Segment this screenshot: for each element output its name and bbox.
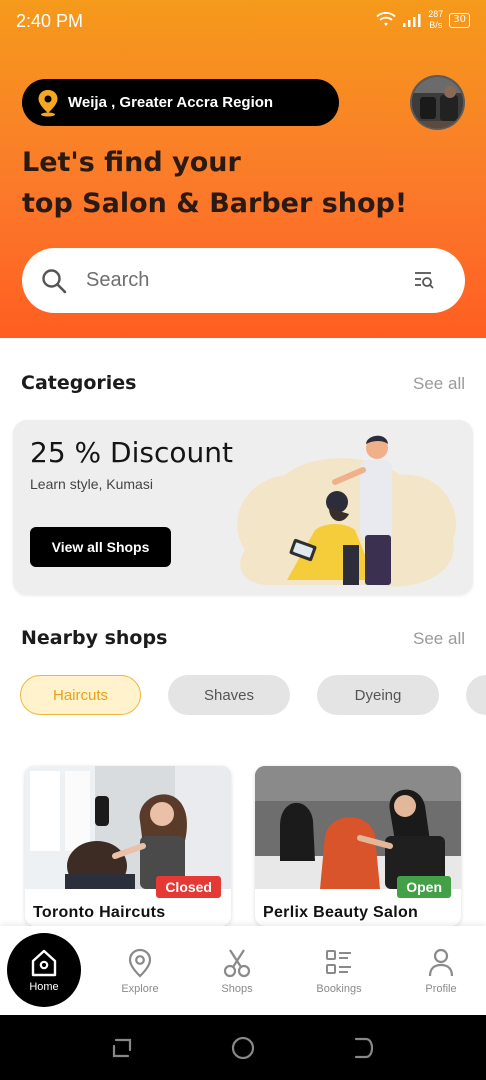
speed-value: 287 <box>428 9 444 19</box>
nav-bookings[interactable]: Bookings <box>294 926 384 1015</box>
status-icons: 287 B/s 30 <box>376 9 470 31</box>
shop-card-toronto[interactable]: Closed Toronto Haircuts <box>25 766 231 926</box>
search-bar[interactable] <box>22 248 465 313</box>
search-input[interactable] <box>86 269 376 292</box>
nav-label: Bookings <box>316 983 362 995</box>
nearby-shops-title: Nearby shops <box>21 627 168 649</box>
home-icon <box>31 949 57 977</box>
nav-shops[interactable]: Shops <box>192 926 282 1015</box>
location-pin-icon <box>128 948 152 978</box>
categories-see-all-link[interactable]: See all <box>413 374 465 394</box>
location-pin-icon <box>38 89 58 116</box>
nav-home[interactable]: Home <box>7 933 81 1007</box>
nav-label: Profile <box>425 983 457 995</box>
categories-title: Categories <box>21 372 137 394</box>
wifi-icon <box>376 12 396 26</box>
search-icon <box>42 268 67 293</box>
promo-subtitle: Learn style, Kumasi <box>30 476 153 492</box>
filter-search-icon[interactable] <box>413 269 435 291</box>
category-chips: Haircuts Shaves Dyeing <box>20 675 486 715</box>
scissors-icon <box>223 949 251 978</box>
back-icon[interactable] <box>350 1034 378 1062</box>
status-time: 2:40 PM <box>16 11 84 31</box>
battery-indicator: 30 <box>449 12 470 28</box>
nearby-see-all-link[interactable]: See all <box>413 629 465 649</box>
chip-partial[interactable] <box>466 675 486 715</box>
shop-status-badge: Open <box>397 876 451 898</box>
chip-haircuts[interactable]: Haircuts <box>20 675 141 715</box>
home-button-icon[interactable] <box>229 1034 257 1062</box>
nav-label: Home <box>29 981 59 993</box>
signal-icon <box>403 14 421 27</box>
chip-shaves[interactable]: Shaves <box>168 675 290 715</box>
chip-dyeing[interactable]: Dyeing <box>317 675 439 715</box>
shop-photo <box>255 766 461 889</box>
shop-photo <box>25 766 231 889</box>
nav-label: Explore <box>121 983 159 995</box>
headline-line-1: Let's find your <box>22 147 241 178</box>
recents-icon[interactable] <box>108 1034 136 1062</box>
nav-label: Shops <box>221 983 253 995</box>
promo-title: 25 % Discount <box>30 436 233 469</box>
list-icon <box>326 950 351 974</box>
barber-illustration <box>237 435 457 587</box>
nav-profile[interactable]: Profile <box>396 926 486 1015</box>
shop-card-perlix[interactable]: Open Perlix Beauty Salon <box>255 766 461 926</box>
page-headline: Let's find your top Salon & Barber shop! <box>22 142 407 224</box>
shop-name: Perlix Beauty Salon <box>263 904 419 921</box>
shop-status-badge: Closed <box>156 876 221 898</box>
system-navigation-bar <box>0 1015 486 1080</box>
shop-name: Toronto Haircuts <box>33 904 166 921</box>
view-all-shops-button[interactable]: View all Shops <box>30 527 171 567</box>
location-label: Weija , Greater Accra Region <box>68 94 274 111</box>
promo-card[interactable]: 25 % Discount Learn style, Kumasi View a… <box>13 420 473 595</box>
status-bar: 2:40 PM 287 B/s 30 <box>0 0 486 44</box>
headline-line-2: top Salon & Barber shop! <box>22 188 408 219</box>
profile-avatar[interactable] <box>410 75 465 130</box>
person-icon <box>428 948 454 977</box>
speed-unit: B/s <box>429 20 443 30</box>
location-selector[interactable]: Weija , Greater Accra Region <box>22 79 339 126</box>
nav-explore[interactable]: Explore <box>95 926 185 1015</box>
network-speed: 287 B/s <box>428 9 443 31</box>
